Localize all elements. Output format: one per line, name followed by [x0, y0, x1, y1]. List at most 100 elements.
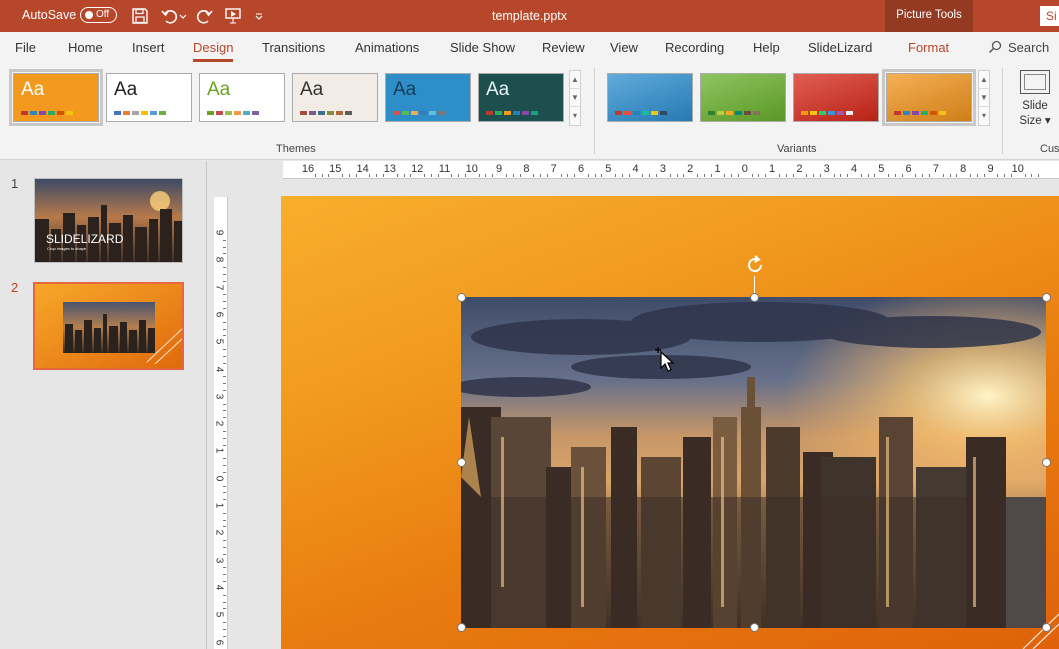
vertical-ruler[interactable]: 9 8 7 6 5 4 3 2 1 0 1 2 3 4 5 6 [213, 197, 228, 649]
sign-in-button[interactable]: Si [1040, 6, 1059, 26]
gallery-up-icon[interactable]: ▲ [979, 71, 989, 89]
gallery-more-icon[interactable]: ▾ [979, 107, 989, 125]
color-swatches [486, 111, 538, 115]
ruler-tick [942, 174, 944, 177]
ruler-tick [806, 174, 808, 177]
ruler-label: 4 [632, 163, 639, 175]
ruler-tick [792, 174, 794, 177]
save-icon[interactable] [130, 6, 150, 26]
ruler-label: 7 [550, 163, 557, 175]
search-icon [988, 40, 1002, 54]
horizontal-ruler[interactable]: 16 15 14 13 12 11 10 9 8 7 6 5 4 3 2 1 0 1 2 3 4 5 6 7 8 9 10 [283, 161, 1059, 179]
ruler-label: 5 [605, 163, 612, 175]
theme-thumbnail-6[interactable]: Aa [478, 73, 564, 122]
resize-handle-bottom-left[interactable] [457, 623, 466, 632]
resize-handle-top-left[interactable] [457, 293, 466, 302]
ruler-tick [223, 546, 226, 548]
gallery-more-icon[interactable]: ▾ [570, 107, 580, 125]
theme-sample-text: Aa [393, 79, 417, 100]
variant-thumbnail-3[interactable] [793, 73, 879, 122]
gallery-down-icon[interactable]: ▼ [570, 89, 580, 107]
ruler-tick [424, 174, 426, 177]
tab-home[interactable]: Home [68, 40, 103, 55]
theme-thumbnail-1[interactable]: Aa [9, 69, 103, 126]
gallery-up-icon[interactable]: ▲ [570, 71, 580, 89]
ruler-tick [223, 253, 226, 255]
ruler-tick [348, 174, 350, 177]
city-skyline-picture[interactable] [461, 297, 1046, 628]
city-skyline-image [461, 297, 1046, 628]
tab-help[interactable]: Help [753, 40, 780, 55]
theme-thumbnail-5[interactable]: Aa [385, 73, 471, 122]
ruler-tick [519, 174, 521, 177]
rotate-handle-icon[interactable] [744, 254, 766, 276]
variant-thumbnail-4[interactable] [882, 69, 976, 126]
undo-icon[interactable] [160, 6, 180, 26]
resize-handle-bottom-right[interactable] [1042, 623, 1051, 632]
autosave-toggle[interactable]: Off [80, 7, 117, 23]
themes-gallery-scroll[interactable]: ▲ ▼ ▾ [569, 70, 581, 126]
resize-handle-bottom[interactable] [750, 623, 759, 632]
group-separator [1002, 68, 1003, 154]
resize-handle-left[interactable] [457, 458, 466, 467]
gallery-down-icon[interactable]: ▼ [979, 89, 989, 107]
theme-thumbnail-2[interactable]: Aa [106, 73, 192, 122]
ruler-tick [223, 294, 226, 296]
ruler-tick [223, 239, 226, 241]
ruler-tick [223, 499, 226, 501]
ruler-tick [223, 362, 226, 364]
tab-review[interactable]: Review [542, 40, 585, 55]
tab-slidelizard[interactable]: SlideLizard [808, 40, 872, 55]
ruler-tick [1024, 174, 1026, 177]
tab-recording[interactable]: Recording [665, 40, 724, 55]
ruler-tick [970, 174, 972, 177]
slide-thumbnail-2[interactable] [33, 282, 184, 370]
ruler-tick [321, 174, 323, 177]
move-cursor-icon [655, 347, 675, 372]
ruler-tick [223, 622, 226, 624]
tab-format[interactable]: Format [908, 40, 949, 55]
redo-icon[interactable] [194, 6, 214, 26]
tab-slide-show[interactable]: Slide Show [450, 40, 515, 55]
resize-handle-top[interactable] [750, 293, 759, 302]
tab-insert[interactable]: Insert [132, 40, 165, 55]
ruler-tick [710, 174, 712, 177]
ruler-tick [223, 635, 226, 637]
variant-thumbnail-1[interactable] [607, 73, 693, 122]
ruler-tick [396, 174, 398, 177]
tab-file[interactable]: File [15, 40, 36, 55]
resize-handle-top-right[interactable] [1042, 293, 1051, 302]
ruler-tick [223, 581, 226, 583]
undo-dropdown-icon[interactable] [178, 6, 188, 26]
slide-thumbnail-1[interactable]: SLIDELIZARD Crop images to shape [34, 178, 183, 263]
customize-qat-icon[interactable] [252, 6, 266, 26]
ruler-tick [785, 174, 787, 177]
ruler-label: 5 [878, 163, 885, 175]
tab-design[interactable]: Design [193, 40, 234, 62]
ruler-label: 6 [577, 163, 585, 175]
ruler-tick [342, 174, 344, 177]
theme-thumbnail-3[interactable]: Aa [199, 73, 285, 122]
tab-view[interactable]: View [610, 40, 638, 55]
tab-transitions[interactable]: Transitions [262, 40, 325, 55]
variant-thumbnail-2[interactable] [700, 73, 786, 122]
ruler-label: 2 [213, 420, 225, 427]
slide-size-button[interactable]: Slide Size ▾ [1012, 70, 1058, 129]
tab-animations[interactable]: Animations [355, 40, 419, 55]
autosave-label: AutoSave [22, 8, 77, 22]
resize-handle-right[interactable] [1042, 458, 1051, 467]
ruler-tick [922, 174, 924, 177]
search-box[interactable]: Search [988, 40, 1049, 55]
ruler-tick [223, 410, 226, 412]
slide-canvas[interactable] [281, 196, 1059, 649]
ruler-label: 2 [796, 163, 803, 175]
ruler-tick [819, 174, 821, 177]
slide1-subtitle: Crop images to shape [47, 246, 87, 251]
variants-gallery-scroll[interactable]: ▲ ▼ ▾ [978, 70, 990, 126]
theme-sample-text: Aa [207, 79, 231, 100]
theme-sample-text: Aa [114, 79, 138, 100]
present-icon[interactable] [223, 6, 243, 26]
theme-thumbnail-4[interactable]: Aa [292, 73, 378, 122]
autosave-state: Off [96, 9, 110, 20]
ruler-tick [546, 174, 548, 177]
